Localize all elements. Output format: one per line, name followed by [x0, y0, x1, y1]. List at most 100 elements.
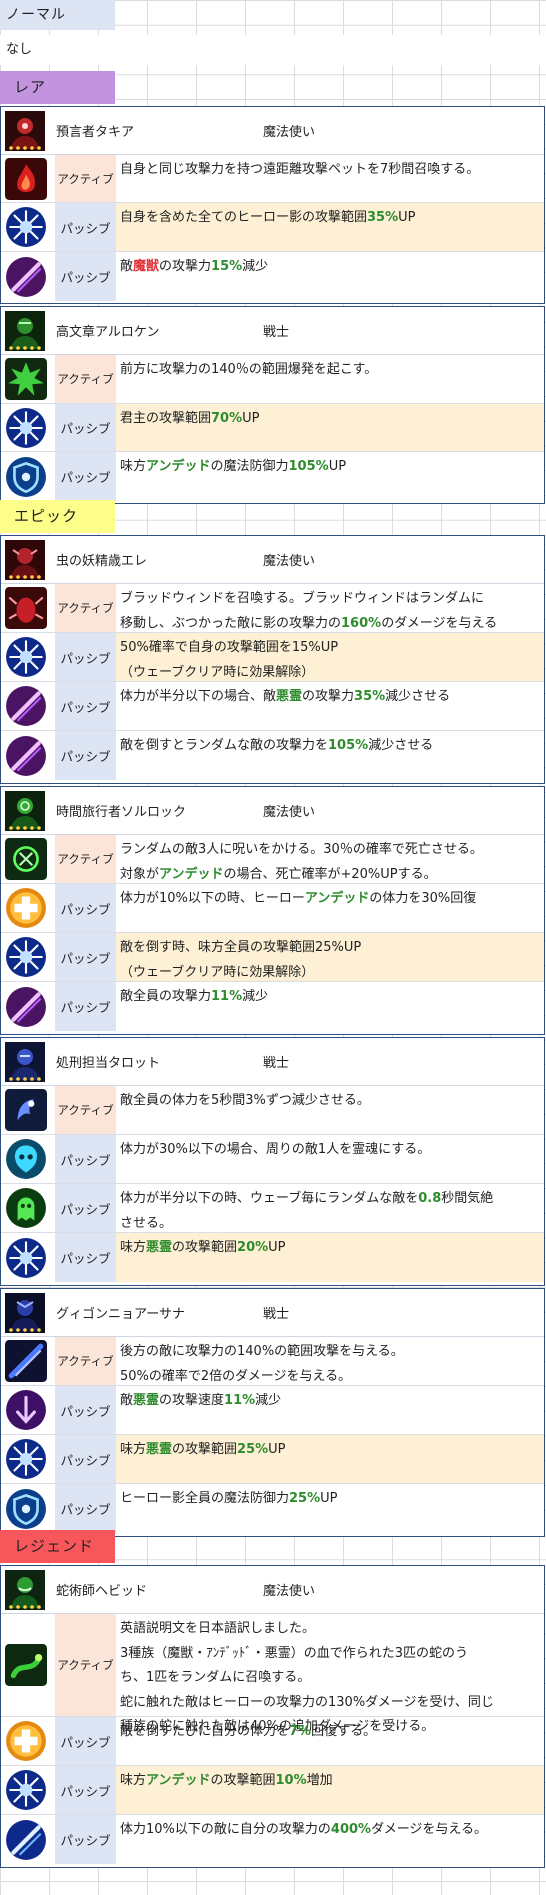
skill-text-part: 50%確率で自身の攻撃範囲を15%UP （ウェーブクリア時に効果解除）: [120, 640, 339, 680]
skill-text-part: 悪霊: [146, 1442, 173, 1457]
skill-row: パッシブ 体力が半分以下の場合、敵悪霊の攻撃力35%減少させる: [1, 682, 544, 731]
section-banner: レア: [0, 71, 115, 104]
skill-text-part: UP: [328, 459, 347, 474]
skill-row: パッシブ 体力が10%以下の時、ヒーローアンデッドの体力を30%回復: [1, 884, 544, 933]
skill-type: アクティブ: [55, 584, 116, 632]
skill-description: 敵全員の体力を5秒間3%ずつ減少させる。: [116, 1086, 544, 1134]
skill-description: 英語説明文を日本語訳しました。 3種族（魔獣・ｱﾝﾃﾞｯﾄﾞ・悪霊）の血で作られ…: [116, 1614, 544, 1734]
skill-description: 敵を倒す時、味方全員の攻撃範囲25%UP （ウェーブクリア時に効果解除）: [116, 933, 544, 981]
skill-type: パッシブ: [55, 452, 116, 501]
skill-type: パッシブ: [55, 1717, 116, 1765]
hero-card: 時間旅行者ソルロック 魔法使い アクティブ ランダムの敵3人に呪いをかける。30％の確…: [0, 786, 545, 1035]
skill-row: アクティブ ブラッドウィンドを召喚する。ブラッドウィンドはランダムに 移動し、ぶつ…: [1, 584, 544, 633]
gold-cross-icon: [5, 887, 47, 929]
green-warrior-portrait-icon: [5, 311, 45, 351]
skill-text-part: ダメージを与える。: [371, 1822, 488, 1837]
skill-text-part: の体力を30%回復: [369, 891, 477, 906]
skill-row: アクティブ ランダムの敵3人に呪いをかける。30％の確率で死亡させる。 対象がアン…: [1, 835, 544, 884]
green-curse-icon: [5, 838, 47, 880]
red-bug-icon: [5, 587, 47, 629]
skill-text-part: UP: [268, 1442, 286, 1457]
skill-description: 自身を含めた全てのヒーロー影の攻撃範囲35%UP: [116, 203, 544, 251]
skill-row: アクティブ 後方の敵に攻撃力の140%の範囲攻撃を与える。 50%の確率で2倍のダ…: [1, 1337, 544, 1386]
skill-text-part: 体力が半分以下の時、ウェーブ毎にランダムな敵を: [120, 1191, 419, 1206]
hero-header-row: 蛇術師ヘビッド 魔法使い: [1, 1566, 544, 1614]
skill-description: 体力が30%以下の場合、周りの敵1人を霊魂にする。: [116, 1135, 544, 1183]
skill-text-part: 後方の敵に攻撃力の140%の範囲攻撃を与える。 50%の確率で2倍のダメージを与…: [120, 1344, 404, 1384]
skill-text-part: 自身を含めた全てのヒーロー影の攻撃範囲: [120, 210, 368, 225]
skill-row: パッシブ 敵を倒す時、味方全員の攻撃範囲25%UP （ウェーブクリア時に効果解除）: [1, 933, 544, 982]
skill-type: パッシブ: [55, 982, 116, 1031]
skill-type: パッシブ: [55, 1233, 116, 1282]
skill-text-part: 君主の攻撃範囲: [120, 411, 212, 426]
blue-shield-icon: [5, 1488, 47, 1530]
skill-row: アクティブ 前方に攻撃力の140％の範囲爆発を起こす。: [1, 355, 544, 404]
red-flame-icon: [5, 157, 47, 200]
skill-row: パッシブ 味方悪霊の攻撃範囲20%UP: [1, 1233, 544, 1282]
skill-text-part: 減少: [242, 989, 269, 1004]
skill-type: パッシブ: [55, 404, 116, 451]
hero-name: グィゴンニョアーサナ: [56, 1307, 185, 1322]
skill-text-part: UP: [242, 411, 260, 426]
skill-text-part: 魔獣: [133, 259, 160, 274]
skill-description: 体力が10%以下の時、ヒーローアンデッドの体力を30%回復: [116, 884, 544, 932]
hero-name: 蛇術師ヘビッド: [56, 1584, 148, 1599]
skill-text-part: の攻撃範囲: [210, 1773, 276, 1788]
blue-reaper-icon: [5, 1089, 47, 1131]
green-explosion-icon: [5, 358, 47, 400]
skill-text-part: 増加: [306, 1773, 333, 1788]
executioner-portrait-icon: [5, 1042, 45, 1082]
skill-text-part: UP: [268, 1240, 286, 1255]
skill-row: パッシブ 敵悪霊の攻撃速度11%減少: [1, 1386, 544, 1435]
skill-text-part: 70%: [211, 411, 243, 426]
skill-text-part: の場合、死亡確率が+20%UPする。: [223, 866, 437, 882]
skill-text-part: 体力が10%以下の時、ヒーロー: [120, 891, 305, 906]
skill-type: アクティブ: [55, 1337, 116, 1385]
normal-header: ノーマル: [0, 0, 115, 30]
hero-header-row: 預言者タキア 魔法使い: [1, 107, 544, 155]
skill-text-part: 11%: [211, 989, 243, 1004]
skill-description: 君主の攻撃範囲70%UP: [116, 404, 544, 451]
skill-row: パッシブ 体力が30%以下の場合、周りの敵1人を霊魂にする。: [1, 1135, 544, 1184]
hero-header-row: 虫の妖精歳エレ 魔法使い: [1, 536, 544, 584]
skill-description: 敵悪霊の攻撃速度11%減少: [116, 1386, 544, 1434]
hero-card: 預言者タキア 魔法使い アクティブ 自身と同じ攻撃力を持つ遠距離攻撃ペットを7秒間召喚…: [0, 106, 545, 304]
skill-text-part: 105%: [328, 738, 369, 753]
skill-text-part: 体力が半分以下の場合、敵: [120, 689, 277, 704]
skill-text-part: 0.8: [418, 1191, 442, 1206]
skill-text-part: の攻撃力: [159, 259, 212, 274]
snake-charmer-portrait-icon: [5, 1570, 45, 1610]
skill-type: パッシブ: [55, 1184, 116, 1232]
skill-type: アクティブ: [55, 835, 116, 883]
skill-description: 敵を倒すたびに自分の体力を7%回復する。: [116, 1717, 544, 1765]
skill-type: パッシブ: [55, 1135, 116, 1183]
skill-text-part: 25%: [289, 1491, 321, 1506]
hero-class: 魔法使い: [263, 125, 316, 140]
blue-burst-icon: [5, 1769, 47, 1811]
skill-description: 自身と同じ攻撃力を持つ遠距離攻撃ペットを7秒間召喚する。: [116, 155, 544, 202]
skill-text-part: のダメージを与える: [381, 615, 498, 631]
skill-row: パッシブ 味方アンデッドの攻撃範囲10%増加: [1, 1766, 544, 1815]
skill-type: パッシブ: [55, 1766, 116, 1814]
skill-text-part: 体力10%以下の敵に自分の攻撃力の: [120, 1822, 331, 1837]
hero-name: 虫の妖精歳エレ: [56, 554, 148, 569]
skill-text-part: 敵全員の体力を5秒間3%ずつ減少させる。: [120, 1093, 370, 1108]
skill-text-part: 35%: [367, 210, 399, 225]
skill-text-part: 悪霊: [276, 689, 303, 704]
skill-type: アクティブ: [55, 355, 116, 403]
skill-text-part: 減少: [242, 259, 269, 274]
hero-name: 処刑担当タロット: [56, 1056, 161, 1071]
hero-name: 時間旅行者ソルロック: [56, 805, 187, 820]
skill-text-part: 20%: [237, 1240, 269, 1255]
blue-burst-icon: [5, 407, 47, 449]
skill-description: ブラッドウィンドを召喚する。ブラッドウィンドはランダムに 移動し、ぶつかった敵に…: [116, 584, 544, 632]
skill-text-part: 敵を倒すたびに自分の体力を: [120, 1724, 290, 1739]
skill-text-part: 自身と同じ攻撃力を持つ遠距離攻撃ペットを7秒間召喚する。: [120, 162, 480, 177]
skill-text-part: 味方: [120, 1240, 147, 1255]
skill-text-part: 減少させる: [385, 689, 451, 704]
hero-header-row: 処刑担当タロット 戦士: [1, 1038, 544, 1086]
skill-text-part: 15%: [211, 259, 243, 274]
skill-type: アクティブ: [55, 1614, 116, 1716]
skill-row: パッシブ 体力10%以下の敵に自分の攻撃力の400%ダメージを与える。: [1, 1815, 544, 1864]
skill-text-part: 減少させる: [368, 738, 434, 753]
